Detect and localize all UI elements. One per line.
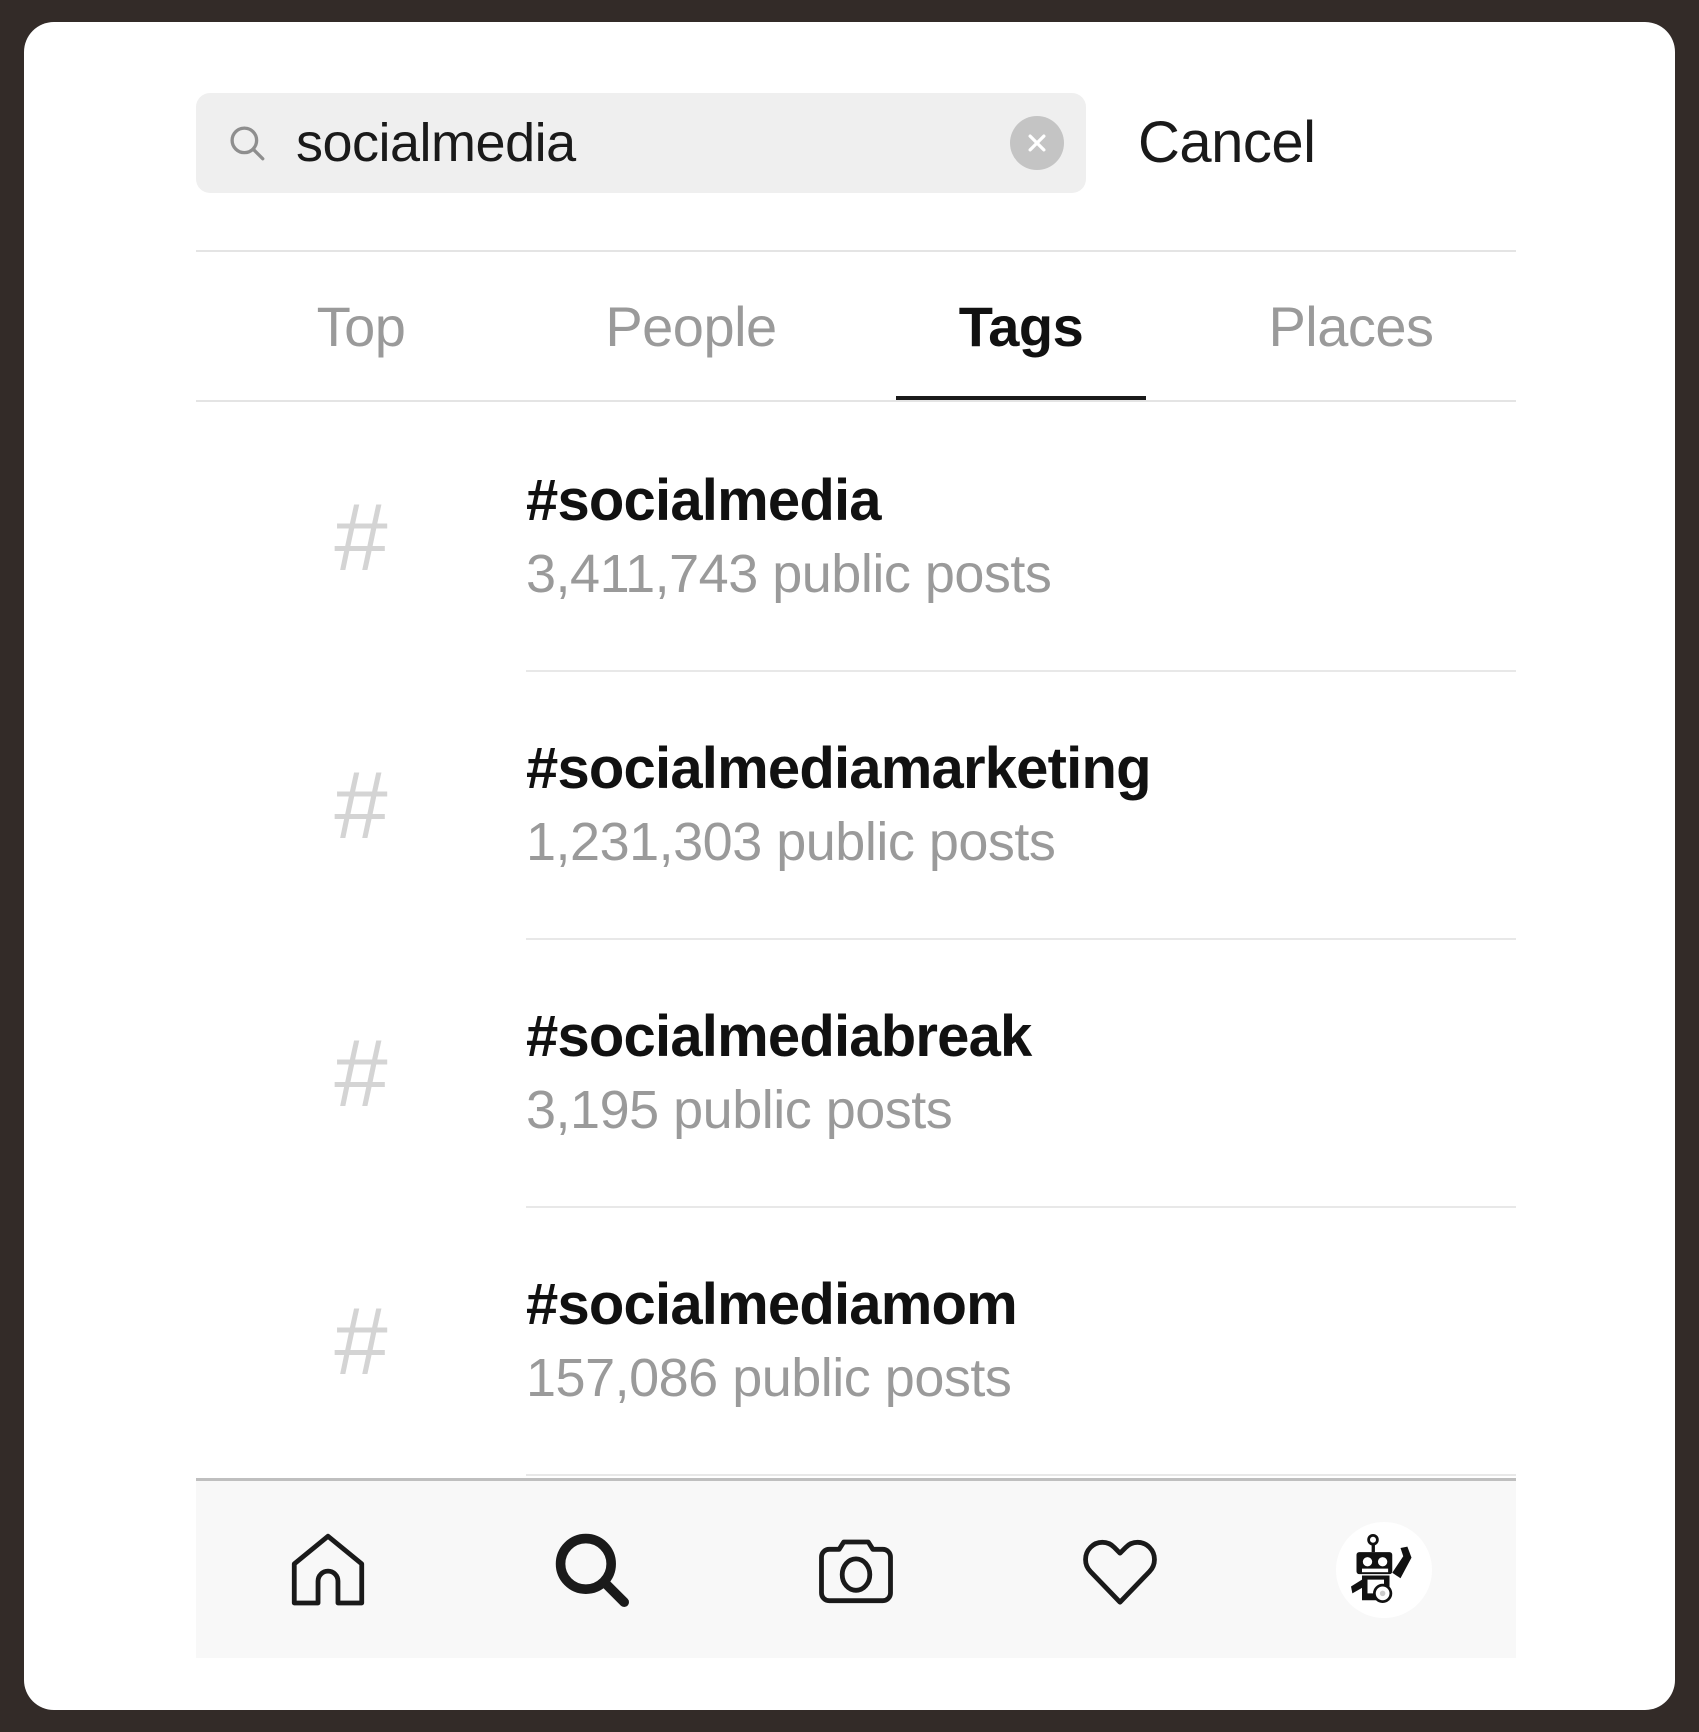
avatar <box>1336 1521 1432 1618</box>
nav-camera-button[interactable] <box>724 1481 988 1658</box>
camera-icon <box>810 1524 902 1616</box>
nav-profile-button[interactable] <box>1252 1481 1516 1658</box>
tab-tags[interactable]: Tags <box>856 252 1186 402</box>
home-icon <box>282 1524 374 1616</box>
search-bar-row: socialmedia Cancel <box>196 87 1516 199</box>
heart-icon <box>1074 1524 1166 1616</box>
tag-name: #socialmediabreak <box>526 1004 1032 1070</box>
search-input-value[interactable]: socialmedia <box>296 116 1010 170</box>
search-input-container[interactable]: socialmedia <box>196 93 1086 193</box>
row-separator <box>526 1474 1516 1476</box>
tab-places-label: Places <box>1268 295 1434 358</box>
result-text-block: #socialmediabreak 3,195 public posts <box>526 1003 1516 1145</box>
table-row[interactable]: # #socialmediamarketing 1,231,303 public… <box>196 672 1516 940</box>
tab-top[interactable]: Top <box>196 252 526 402</box>
tag-post-count: 1,231,303 public posts <box>526 812 1056 873</box>
profile-avatar-robot-icon <box>1340 1526 1428 1614</box>
nav-search-button[interactable] <box>460 1481 724 1658</box>
search-tabs: Top People Tags Places <box>196 252 1516 402</box>
tag-name: #socialmediamom <box>526 1272 1018 1338</box>
table-row[interactable]: # #socialmediabreak 3,195 public posts <box>196 940 1516 1208</box>
tab-people-label: People <box>605 295 777 358</box>
hash-icon: # <box>334 1288 388 1395</box>
result-text-block: #socialmediamarketing 1,231,303 public p… <box>526 735 1516 877</box>
table-row[interactable]: # #socialmedia 3,411,743 public posts <box>196 404 1516 672</box>
result-text-block: #socialmediamom 157,086 public posts <box>526 1271 1516 1413</box>
tag-post-count: 157,086 public posts <box>526 1348 1012 1409</box>
tag-name: #socialmedia <box>526 468 882 534</box>
nav-activity-button[interactable] <box>988 1481 1252 1658</box>
bottom-navigation-bar <box>196 1478 1516 1658</box>
hash-icon: # <box>334 484 388 591</box>
device-frame: socialmedia Cancel Top People Tags Place… <box>0 0 1699 1732</box>
result-text-block: #socialmedia 3,411,743 public posts <box>526 467 1516 609</box>
tab-places[interactable]: Places <box>1186 252 1516 402</box>
app-screen: socialmedia Cancel Top People Tags Place… <box>24 22 1675 1710</box>
tab-top-label: Top <box>316 295 406 358</box>
search-icon <box>226 122 268 164</box>
tag-name: #socialmediamarketing <box>526 736 1152 802</box>
tabs-bottom-border <box>196 400 1516 402</box>
tab-tags-label: Tags <box>958 295 1084 358</box>
hash-icon: # <box>334 1020 388 1127</box>
table-row[interactable]: # #socialmediamom 157,086 public posts <box>196 1208 1516 1476</box>
nav-home-button[interactable] <box>196 1481 460 1658</box>
clear-search-button[interactable] <box>1010 116 1064 170</box>
tag-results-list[interactable]: # #socialmedia 3,411,743 public posts # … <box>196 404 1516 1504</box>
cancel-button[interactable]: Cancel <box>1138 114 1316 172</box>
hash-icon: # <box>334 752 388 859</box>
tag-post-count: 3,195 public posts <box>526 1080 953 1141</box>
search-icon <box>546 1524 638 1616</box>
tag-post-count: 3,411,743 public posts <box>526 544 1052 605</box>
tab-people[interactable]: People <box>526 252 856 402</box>
